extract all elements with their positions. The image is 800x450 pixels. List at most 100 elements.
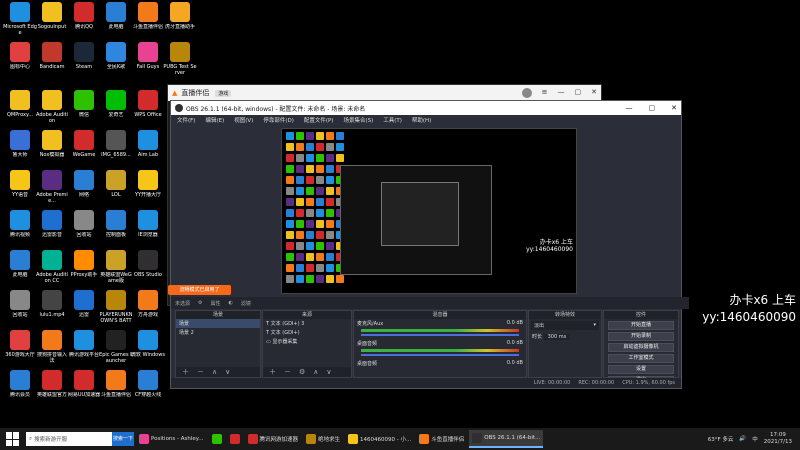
virtual-camera-button[interactable]: 启动虚拟摄像机: [608, 343, 674, 352]
desktop-icon[interactable]: 此电脑: [3, 250, 37, 278]
taskbar-item[interactable]: Positions - Ashley...: [136, 430, 207, 448]
filter-icon[interactable]: ◐: [229, 300, 233, 306]
desktop-icon[interactable]: WeGame: [67, 130, 101, 158]
sources-footer[interactable]: ＋－⚙∧∨: [263, 367, 351, 377]
obs-preview[interactable]: 办卡x6 上车 yy:1460460090: [281, 128, 577, 294]
maximize-icon[interactable]: ▢: [649, 104, 656, 112]
huya-title-bar[interactable]: ▲ 直播伴侣 游戏 ≡ — ▢ ✕: [168, 85, 601, 101]
volume-icon[interactable]: 🔊: [739, 436, 746, 442]
scene-item[interactable]: 场景: [176, 319, 260, 328]
desktop-icon[interactable]: lulu1.mp4: [35, 290, 69, 318]
taskbar-search-input[interactable]: ⌕ 搜索新游开服: [26, 432, 112, 446]
desktop-icon[interactable]: Fall Guys: [131, 42, 165, 70]
taskbar-item[interactable]: 绝地求生: [303, 430, 343, 448]
desktop-icon[interactable]: 控制面板: [99, 210, 133, 238]
desktop-icon[interactable]: 虎牙直播助手: [163, 2, 197, 30]
desktop-icon[interactable]: Bandicam: [35, 42, 69, 70]
avatar[interactable]: [521, 88, 532, 98]
menu-item[interactable]: 工具(T): [383, 116, 402, 126]
menu-item[interactable]: 帮助(H): [412, 116, 431, 126]
properties-button[interactable]: 属性: [211, 300, 221, 307]
desktop-icon[interactable]: Adobe Audition: [35, 90, 69, 124]
menu-item[interactable]: 文件(F): [177, 116, 195, 126]
desktop-icon[interactable]: 微信: [67, 90, 101, 118]
menu-icon[interactable]: ≡: [542, 88, 548, 98]
start-recording-button[interactable]: 开始录制: [608, 332, 674, 341]
desktop-icon[interactable]: Nox模拟器: [35, 130, 69, 158]
close-icon[interactable]: ✕: [591, 88, 597, 98]
minimize-icon[interactable]: —: [626, 104, 633, 112]
desktop-icon[interactable]: 腾讯会员: [3, 370, 37, 398]
desktop-icon[interactable]: PProxy助手: [67, 250, 101, 278]
desktop-icon[interactable]: 爱奇艺: [99, 90, 133, 118]
taskbar-item[interactable]: 1460460090 - 小...: [345, 430, 414, 448]
obs-window[interactable]: OBS 26.1.1 (64-bit, windows) - 配置文件: 未命名…: [170, 100, 689, 389]
desktop-icon[interactable]: Adobe Premie...: [35, 170, 69, 204]
desktop-icon[interactable]: PLAYERUNKNOWN'S BATTLEGR...: [99, 290, 133, 324]
desktop-icon[interactable]: 迅雷影音: [35, 210, 69, 238]
desktop-icon[interactable]: 回收站: [3, 290, 37, 318]
taskbar-item[interactable]: [227, 430, 243, 448]
source-item[interactable]: ▭ 显示器采集: [263, 337, 351, 346]
desktop-icon[interactable]: 英雄联盟官方: [35, 370, 69, 398]
desktop-icon[interactable]: 回收站: [67, 210, 101, 238]
transition-select[interactable]: 淡出 ▾: [531, 321, 599, 330]
desktop-icon[interactable]: Epic Games Launcher: [99, 330, 133, 364]
desktop-icon[interactable]: LOL: [99, 170, 133, 198]
taskbar-item[interactable]: OBS 26.1.1 (64-bit...: [469, 430, 544, 448]
source-item[interactable]: T 文本 (GDI+) 3: [263, 319, 351, 328]
source-item[interactable]: T 文本 (GDI+): [263, 328, 351, 337]
windows-start-icon[interactable]: [6, 432, 20, 446]
scenes-footer[interactable]: ＋－∧∨: [176, 367, 260, 377]
desktop-icon[interactable]: 斗鱼直播伴侣: [99, 370, 133, 398]
filters-button[interactable]: 滤镜: [241, 300, 251, 307]
taskbar-item[interactable]: 斗鱼直播伴侣: [416, 430, 467, 448]
desktop-icon[interactable]: Aim Lab: [131, 130, 165, 158]
desktop-icon[interactable]: OBS Studio: [131, 250, 165, 278]
desktop-icon[interactable]: 腾讯QQ: [67, 2, 101, 30]
desktop-icon[interactable]: 微软 Windows: [131, 330, 165, 358]
scene-item[interactable]: 场景 2: [176, 328, 260, 337]
menu-item[interactable]: 配置文件(P): [304, 116, 334, 126]
desktop-icon[interactable]: 网易UU加速器: [67, 370, 101, 398]
ime-indicator[interactable]: 中: [752, 435, 758, 443]
obs-title-bar[interactable]: OBS 26.1.1 (64-bit, windows) - 配置文件: 未命名…: [171, 101, 681, 115]
menu-item[interactable]: 停靠部件(D): [263, 116, 294, 126]
desktop-icon[interactable]: IMG_6589...: [99, 130, 133, 158]
desktop-icon[interactable]: 网络: [67, 170, 101, 198]
taskbar-item[interactable]: [209, 430, 225, 448]
transition-duration[interactable]: 时长 300 ms: [529, 332, 601, 341]
gear-icon[interactable]: ⚙: [198, 300, 202, 306]
start-streaming-button[interactable]: 开始直播: [608, 321, 674, 330]
menu-item[interactable]: 视图(V): [234, 116, 253, 126]
desktop-icon[interactable]: YY开播大厅: [131, 170, 165, 198]
desktop-icon[interactable]: 360游戏大厅: [3, 330, 37, 358]
desktop-icon[interactable]: PUBG Test Server: [163, 42, 197, 76]
volume-slider[interactable]: [361, 354, 519, 356]
minimize-icon[interactable]: —: [558, 88, 565, 98]
desktop-icon[interactable]: 腾讯视频: [3, 210, 37, 238]
taskbar-item[interactable]: 腾讯网游加速器: [245, 430, 302, 448]
maximize-icon[interactable]: ▢: [575, 88, 582, 98]
menu-item[interactable]: 编辑(E): [205, 116, 224, 126]
desktop-icon[interactable]: 英雄联盟WeGame版: [99, 250, 133, 284]
weather-widget[interactable]: 63°F 多云: [708, 435, 734, 443]
volume-slider[interactable]: [361, 334, 519, 336]
desktop-icon[interactable]: 全民K歌: [99, 42, 133, 70]
studio-mode-button[interactable]: 工作室模式: [608, 354, 674, 363]
menu-item[interactable]: 场景集合(S): [343, 116, 373, 126]
desktop-icon[interactable]: CF穿越火线: [131, 370, 165, 398]
desktop-icon[interactable]: YY语音: [3, 170, 37, 198]
clock[interactable]: 17:09 2021/7/13: [764, 432, 792, 446]
desktop-icon[interactable]: QMProxy...: [3, 90, 37, 118]
desktop-icon[interactable]: Microsoft Edge: [3, 2, 37, 36]
desktop-icon[interactable]: 迅雷: [67, 290, 101, 318]
desktop-icon[interactable]: SogouInput: [35, 2, 69, 30]
desktop-icon[interactable]: 图标中心: [3, 42, 37, 70]
desktop-icon[interactable]: IE浏览器: [131, 210, 165, 238]
desktop-icon[interactable]: 斗鱼直播伴侣: [131, 2, 165, 30]
desktop-icon[interactable]: 鲁大师: [3, 130, 37, 158]
desktop-icon[interactable]: Steam: [67, 42, 101, 70]
desktop-icon[interactable]: 方舟游戏: [131, 290, 165, 318]
search-button[interactable]: 搜索一下: [112, 432, 134, 446]
